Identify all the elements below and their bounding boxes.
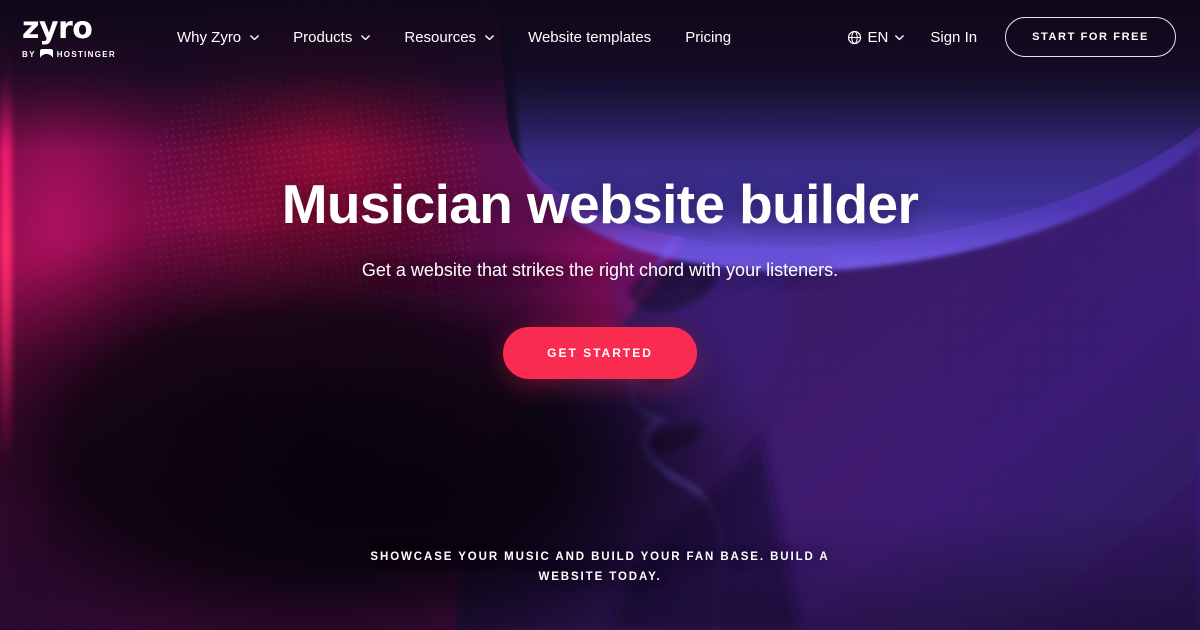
nav-label: Pricing bbox=[685, 28, 732, 46]
nav-item-pricing[interactable]: Pricing bbox=[668, 19, 748, 56]
language-label: EN bbox=[867, 28, 889, 46]
page-title: Musician website builder bbox=[281, 173, 919, 235]
hero-cta-container: GET STARTED bbox=[0, 327, 1200, 379]
hero-section: Musician website builder Get a website t… bbox=[0, 0, 1200, 630]
header-actions: EN Sign In START FOR FREE bbox=[835, 17, 1176, 57]
site-header: zyro BY HOSTINGER Why Zyro Products Reso… bbox=[0, 0, 1200, 74]
language-selector[interactable]: EN bbox=[835, 21, 917, 54]
chevron-down-icon bbox=[249, 32, 260, 42]
sign-in-link[interactable]: Sign In bbox=[916, 21, 991, 54]
logo-by-text: BY bbox=[22, 50, 36, 59]
logo-byline: BY HOSTINGER bbox=[22, 49, 116, 60]
nav-label: Resources bbox=[404, 28, 477, 46]
nav-item-resources[interactable]: Resources bbox=[387, 19, 511, 56]
hostinger-h-icon bbox=[39, 49, 53, 60]
nav-item-products[interactable]: Products bbox=[276, 19, 387, 56]
main-navigation: Why Zyro Products Resources Website temp… bbox=[160, 19, 748, 56]
chevron-down-icon bbox=[484, 32, 494, 42]
logo-wordmark: zyro bbox=[22, 11, 93, 46]
nav-label: Why Zyro bbox=[176, 28, 242, 46]
nav-item-why-zyro[interactable]: Why Zyro bbox=[160, 19, 276, 56]
nav-label: Website templates bbox=[528, 28, 652, 46]
nav-item-website-templates[interactable]: Website templates bbox=[511, 19, 668, 56]
chevron-down-icon bbox=[894, 32, 905, 42]
start-for-free-button[interactable]: START FOR FREE bbox=[1005, 17, 1176, 57]
zyro-logo[interactable]: zyro BY HOSTINGER bbox=[22, 14, 116, 60]
globe-icon bbox=[847, 30, 862, 45]
landing-page: zyro BY HOSTINGER Why Zyro Products Reso… bbox=[0, 0, 1200, 630]
hero-caption: SHOWCASE YOUR MUSIC AND BUILD YOUR FAN B… bbox=[370, 551, 830, 583]
nav-label: Products bbox=[293, 28, 353, 46]
hero-subtitle: Get a website that strikes the right cho… bbox=[361, 260, 839, 280]
logo-parent-text: HOSTINGER bbox=[56, 50, 116, 59]
chevron-down-icon bbox=[360, 32, 371, 42]
get-started-button[interactable]: GET STARTED bbox=[503, 327, 697, 379]
